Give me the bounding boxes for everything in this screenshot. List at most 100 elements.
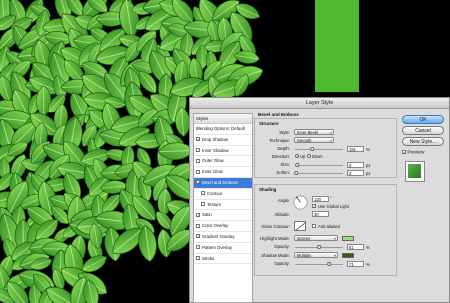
style-select[interactable]: Inner Bevel [294,129,334,135]
style-item-checkbox[interactable] [196,256,200,261]
style-item-checkbox[interactable]: ✓ [196,234,200,239]
new-style-button[interactable]: New Style... [402,137,444,146]
highlight-mode-label: Highlight Mode: [260,236,290,241]
shadow-opacity-unit: % [366,261,370,267]
soften-slider[interactable] [294,171,343,175]
highlight-mode-select[interactable]: Screen [294,235,338,241]
shadow-opacity-thumb[interactable] [327,262,331,266]
style-item[interactable]: Inner Shadow [194,146,252,157]
structure-title: Structure [259,121,279,126]
depth-label: Depth: [277,146,290,151]
style-item-checkbox[interactable] [201,202,205,207]
gloss-contour-label: Gloss Contour: [261,224,290,229]
style-item-checkbox[interactable] [196,169,200,174]
style-item[interactable]: Blending Options: Default [194,124,252,135]
angle-unit: ° [330,196,332,201]
style-item-label: Inner Glow [202,169,223,175]
style-item-checkbox[interactable] [196,158,200,163]
style-item[interactable]: ✓ Gradient Overlay [194,232,252,243]
style-item-label: Gradient Overlay [202,233,235,239]
highlight-opacity-input[interactable]: 51 [347,244,364,250]
ok-button[interactable]: OK [402,115,444,124]
technique-select[interactable]: Smooth [294,137,334,143]
style-item-label: Stroke [202,255,215,261]
size-slider[interactable] [295,163,343,167]
depth-unit: % [366,146,370,152]
gloss-contour-picker[interactable] [294,221,306,231]
soften-input[interactable]: 3 [347,170,364,176]
direction-down-label: Down [312,154,323,159]
size-label: Size: [280,162,290,167]
style-item[interactable]: Inner Glow [194,167,252,178]
bevel-section-title: Bevel and Emboss [258,112,299,117]
style-item[interactable]: ✓ Satin [194,210,252,222]
global-light-checkbox[interactable]: ✓ [312,203,316,208]
angle-input[interactable]: 120 [312,196,329,202]
style-item-label: Outer Glow [202,158,224,164]
style-item-label: Satin [202,212,212,218]
shadow-opacity-input[interactable]: 71 [347,261,364,267]
highlight-opacity-unit: % [366,244,370,250]
highlight-opacity-thumb[interactable] [317,245,322,249]
style-item[interactable]: Outer Glow [194,156,252,168]
styles-list: Styles Blending Options: Default ✓ Drop Sh… [193,113,253,303]
style-item-checkbox[interactable]: ✓ [196,137,200,142]
style-item[interactable]: ✓ Drop Shadow [194,135,252,146]
angle-dial[interactable] [293,195,308,210]
technique-label: Technique: [269,138,290,143]
depth-slider[interactable] [295,147,343,151]
soften-unit: px [366,170,371,176]
shadow-mode-label: Shadow Mode: [261,253,290,258]
cancel-button[interactable]: Cancel [402,126,444,135]
size-slider-thumb[interactable] [295,163,300,167]
style-item[interactable]: Contour [194,189,252,200]
style-label: Style: [279,130,290,135]
style-rows: Blending Options: Default ✓ Drop Shadow Inn… [194,124,252,265]
style-item[interactable]: Pattern Overlay [194,243,252,254]
highlight-opacity-slider[interactable] [295,245,343,249]
soften-label: Soften: [276,170,290,175]
preview-row: ✓ Preview [402,150,424,155]
direction-label: Direction: [271,154,290,159]
highlight-opacity-label: Opacity: [274,244,290,249]
style-item[interactable]: ✓ Bevel and Emboss [194,177,252,189]
size-input[interactable]: 6 [347,162,364,168]
style-item[interactable]: Stroke [194,254,252,265]
style-item-checkbox[interactable] [201,191,205,196]
style-item-label: Inner Shadow [202,147,229,153]
direction-up-radio[interactable] [295,154,299,158]
anti-aliased-checkbox[interactable] [312,224,316,228]
highlight-color-swatch[interactable] [342,235,354,241]
structure-panel: Bevel and Emboss Structure Style: Inner … [254,112,397,178]
dialog-title: Layer Style [305,100,334,106]
style-item-checkbox[interactable]: ✓ [196,212,200,217]
size-unit: px [366,162,371,168]
style-item[interactable]: Color Overlay [194,221,252,232]
preview-label: Preview [407,150,425,156]
style-item-checkbox[interactable] [196,148,200,153]
altitude-input[interactable]: 30 [312,211,329,217]
styles-header[interactable]: Styles [194,114,252,124]
depth-input[interactable]: 181 [347,146,364,152]
shadow-mode-select[interactable]: Multiply [294,252,338,258]
direction-down-radio[interactable] [307,154,311,158]
shading-panel: Shading Angle: 120 ° ✓ Use Global Light … [254,184,397,276]
shadow-opacity-slider[interactable] [295,262,343,266]
style-item-label: Blending Options: Default [196,126,245,131]
depth-slider-thumb[interactable] [310,147,315,151]
style-item-label: Pattern Overlay [202,244,232,250]
shadow-color-swatch[interactable] [342,252,354,258]
style-item-checkbox[interactable] [196,245,200,250]
layer-style-dialog: Layer Style Styles Blending Options: Def… [189,97,450,303]
anti-aliased-label: Anti-aliased [318,224,340,229]
style-item[interactable]: Texture [194,200,252,211]
altitude-label: Altitude: [274,212,290,217]
style-item-checkbox[interactable]: ✓ [196,180,200,185]
dialog-titlebar[interactable]: Layer Style [190,98,449,109]
style-item-checkbox[interactable] [196,223,200,228]
soften-slider-thumb[interactable] [294,171,299,175]
preview-checkbox[interactable]: ✓ [402,150,406,155]
style-item-label: Texture [207,201,222,207]
shadow-opacity-label: Opacity: [274,261,290,266]
angle-label: Angle: [277,198,290,203]
